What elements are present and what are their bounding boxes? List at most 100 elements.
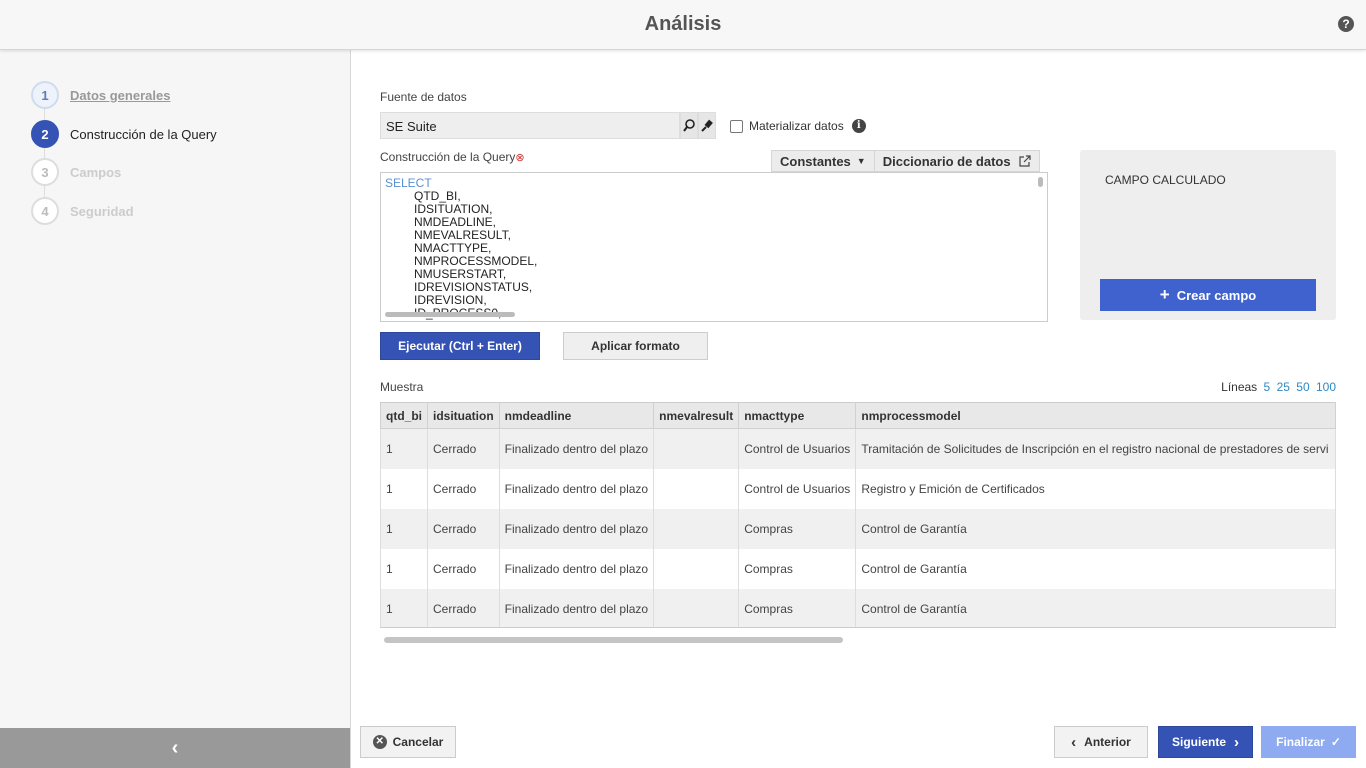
chevron-right-icon: › (1234, 733, 1239, 751)
sample-table: qtd_bi idsituation nmdeadline nmevalresu… (380, 402, 1336, 627)
dictionary-label: Diccionario de datos (882, 153, 1011, 169)
table-cell: 1 (380, 508, 428, 549)
apply-format-button[interactable]: Aplicar formato (563, 332, 708, 360)
step-construccion-query[interactable]: 2 Construcción de la Query (31, 120, 217, 148)
chevron-left-icon: ‹ (171, 736, 179, 759)
header: Análisis ? (0, 0, 1366, 50)
materialize-checkbox[interactable] (730, 119, 743, 133)
step-datos-generales[interactable]: 1 Datos generales (31, 81, 170, 109)
table-header-row: qtd_bi idsituation nmdeadline nmevalresu… (380, 402, 1336, 429)
query-toolbar: Constantes ▼ Diccionario de datos (771, 150, 1040, 172)
table-cell: Finalizado dentro del plazo (498, 548, 655, 589)
search-icon[interactable] (680, 112, 698, 139)
help-icon[interactable]: ? (1338, 16, 1354, 32)
previous-button[interactable]: ‹ Anterior (1054, 726, 1148, 758)
table-cell (653, 588, 740, 627)
sql-keyword: SELECT (385, 176, 432, 190)
table-cell: Finalizado dentro del plazo (498, 508, 655, 549)
editor-horizontal-scrollbar[interactable] (385, 312, 515, 317)
materialize-label: Materializar datos (749, 119, 844, 133)
eraser-icon[interactable] (698, 112, 716, 139)
materialize-option[interactable]: Materializar datos i (730, 119, 866, 133)
previous-label: Anterior (1084, 735, 1131, 749)
data-dictionary-button[interactable]: Diccionario de datos (874, 150, 1040, 172)
step-label: Datos generales (70, 87, 171, 103)
table-cell (653, 428, 740, 469)
table-cell: Control de Garantía (855, 548, 1336, 589)
column-header[interactable]: nmdeadline (498, 402, 655, 429)
step-campos: 3 Campos (31, 158, 121, 186)
step-number: 4 (31, 197, 59, 225)
lines-selector: Líneas 5 25 50 100 (1221, 380, 1336, 394)
lines-label: Líneas (1221, 380, 1258, 394)
cancel-button[interactable]: ✕ Cancelar (360, 726, 456, 758)
table-cell: 1 (380, 428, 428, 469)
table-cell: Control de Usuarios (738, 468, 857, 509)
main-panel: Fuente de datos SE Suite Materializar da… (351, 50, 1366, 768)
cancel-label: Cancelar (392, 735, 444, 749)
next-button[interactable]: Siguiente › (1158, 726, 1253, 758)
page-title: Análisis (644, 13, 722, 35)
sample-label: Muestra (380, 380, 424, 394)
step-label: Seguridad (70, 203, 134, 219)
lines-option-50[interactable]: 50 (1296, 380, 1309, 394)
external-link-icon (1018, 155, 1031, 167)
table-cell: Cerrado (427, 548, 500, 589)
table-cell (653, 548, 740, 589)
step-label: Construcción de la Query (70, 126, 217, 142)
required-marker-icon: ⊗ (515, 152, 525, 164)
next-label: Siguiente (1171, 735, 1226, 749)
step-number: 2 (31, 120, 59, 148)
table-cell: Finalizado dentro del plazo (498, 468, 655, 509)
grid-horizontal-scrollbar[interactable] (384, 637, 843, 643)
caret-down-icon: ▼ (856, 156, 866, 166)
table-row: 1 Cerrado Finalizado dentro del plazo Co… (380, 548, 1336, 589)
table-cell: Cerrado (427, 428, 500, 469)
datasource-label: Fuente de datos (380, 90, 467, 104)
create-field-button[interactable]: + Crear campo (1100, 279, 1316, 311)
info-icon[interactable]: i (851, 119, 866, 133)
editor-vertical-scrollbar[interactable] (1038, 177, 1043, 187)
datasource-field[interactable]: SE Suite (380, 112, 680, 139)
execute-button[interactable]: Ejecutar (Ctrl + Enter) (380, 332, 540, 360)
table-cell: Cerrado (427, 588, 500, 627)
step-number: 3 (31, 158, 59, 186)
step-number: 1 (31, 81, 59, 109)
column-header[interactable]: idsituation (427, 402, 500, 429)
table-cell: Tramitación de Solicitudes de Inscripció… (855, 428, 1336, 469)
table-cell: Control de Garantía (855, 508, 1336, 549)
table-cell (653, 508, 740, 549)
column-header[interactable]: nmevalresult (653, 402, 740, 429)
table-cell (653, 468, 740, 509)
constants-dropdown[interactable]: Constantes ▼ (771, 150, 875, 172)
table-cell: Compras (738, 508, 857, 549)
table-cell: Control de Garantía (855, 588, 1336, 627)
step-seguridad: 4 Seguridad (31, 197, 134, 225)
create-field-label: Crear campo (1176, 287, 1257, 303)
table-cell: Compras (738, 548, 857, 589)
calculated-field-panel: CAMPO CALCULADO + Crear campo (1080, 150, 1336, 320)
table-row: 1 Cerrado Finalizado dentro del plazo Co… (380, 468, 1336, 509)
constants-label: Constantes (780, 153, 851, 169)
lines-option-25[interactable]: 25 (1277, 380, 1290, 394)
table-cell: Compras (738, 588, 857, 627)
chevron-left-icon: ‹ (1071, 733, 1077, 751)
column-header[interactable]: nmprocessmodel (855, 402, 1336, 429)
calculated-field-title: CAMPO CALCULADO (1105, 173, 1226, 187)
table-row: 1 Cerrado Finalizado dentro del plazo Co… (380, 508, 1336, 549)
table-cell: Finalizado dentro del plazo (498, 428, 655, 469)
collapse-sidebar-button[interactable]: ‹ (0, 728, 350, 768)
sample-grid: qtd_bi idsituation nmdeadline nmevalresu… (380, 402, 1336, 628)
column-header[interactable]: qtd_bi (380, 402, 428, 429)
table-cell: Control de Usuarios (738, 428, 857, 469)
lines-option-5[interactable]: 5 (1264, 380, 1271, 394)
finish-button[interactable]: Finalizar ✓ (1261, 726, 1356, 758)
table-cell: Registro y Emición de Certificados (855, 468, 1336, 509)
table-row: 1 Cerrado Finalizado dentro del plazo Co… (380, 588, 1336, 627)
checkmark-icon: ✓ (1330, 735, 1341, 749)
wizard-sidebar: 1 Datos generales 2 Construcción de la Q… (0, 50, 351, 768)
lines-option-100[interactable]: 100 (1316, 380, 1336, 394)
column-header[interactable]: nmacttype (738, 402, 857, 429)
query-editor[interactable]: SELECT QTD_BI, IDSITUATION, NMDEADLINE, … (380, 172, 1048, 322)
finish-label: Finalizar (1276, 735, 1325, 749)
